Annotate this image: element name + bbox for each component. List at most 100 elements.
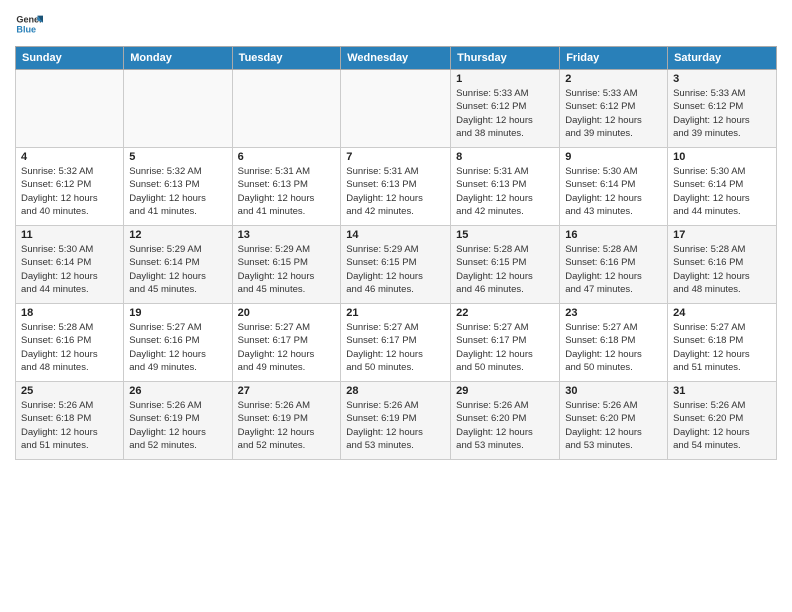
calendar-day-cell: 3Sunrise: 5:33 AM Sunset: 6:12 PM Daylig… bbox=[668, 70, 777, 148]
day-number: 4 bbox=[21, 151, 118, 163]
day-info: Sunrise: 5:28 AM Sunset: 6:16 PM Dayligh… bbox=[21, 321, 118, 374]
calendar-day-cell: 18 Sunrise: 5:28 AM Sunset: 6:16 PM Dayli… bbox=[16, 304, 124, 382]
day-info: Sunrise: 5:33 AM Sunset: 6:12 PM Dayligh… bbox=[456, 87, 554, 140]
day-info: Sunrise: 5:30 AM Sunset: 6:14 PM Dayligh… bbox=[21, 243, 118, 296]
day-info: Sunrise: 5:27 AM Sunset: 6:17 PM Dayligh… bbox=[238, 321, 336, 374]
day-info: Sunrise: 5:33 AM Sunset: 6:12 PM Dayligh… bbox=[565, 87, 662, 140]
calendar-day-cell: 12Sunrise: 5:29 AM Sunset: 6:14 PM Dayli… bbox=[124, 226, 232, 304]
day-info: Sunrise: 5:26 AM Sunset: 6:20 PM Dayligh… bbox=[565, 399, 662, 452]
calendar-day-cell: 8 Sunrise: 5:31 AM Sunset: 6:13 PM Daylig… bbox=[451, 148, 560, 226]
day-number: 15 bbox=[456, 229, 554, 241]
day-info: Sunrise: 5:27 AM Sunset: 6:18 PM Dayligh… bbox=[565, 321, 662, 374]
calendar-day-cell: 21 Sunrise: 5:27 AM Sunset: 6:17 PM Dayli… bbox=[341, 304, 451, 382]
day-number: 12 bbox=[129, 229, 226, 241]
calendar-day-cell: 14Sunrise: 5:29 AM Sunset: 6:15 PM Dayli… bbox=[341, 226, 451, 304]
calendar-day-cell: 20 Sunrise: 5:27 AM Sunset: 6:17 PM Dayli… bbox=[232, 304, 341, 382]
day-number: 8 bbox=[456, 151, 554, 163]
day-info: Sunrise: 5:31 AM Sunset: 6:13 PM Dayligh… bbox=[346, 165, 445, 218]
day-info: Sunrise: 5:29 AM Sunset: 6:15 PM Dayligh… bbox=[346, 243, 445, 296]
day-number: 31 bbox=[673, 385, 771, 397]
calendar-day-cell: 1Sunrise: 5:33 AM Sunset: 6:12 PM Daylig… bbox=[451, 70, 560, 148]
calendar-day-cell: 2 Sunrise: 5:33 AM Sunset: 6:12 PM Daylig… bbox=[560, 70, 668, 148]
empty-day-cell bbox=[124, 70, 232, 148]
calendar-day-cell: 17 Sunrise: 5:28 AM Sunset: 6:16 PM Dayli… bbox=[668, 226, 777, 304]
day-info: Sunrise: 5:33 AM Sunset: 6:12 PM Dayligh… bbox=[673, 87, 771, 140]
day-number: 11 bbox=[21, 229, 118, 241]
day-number: 24 bbox=[673, 307, 771, 319]
day-info: Sunrise: 5:27 AM Sunset: 6:16 PM Dayligh… bbox=[129, 321, 226, 374]
day-info: Sunrise: 5:26 AM Sunset: 6:19 PM Dayligh… bbox=[346, 399, 445, 452]
calendar-day-cell: 9 Sunrise: 5:30 AM Sunset: 6:14 PM Daylig… bbox=[560, 148, 668, 226]
weekday-header-monday: Monday bbox=[124, 47, 232, 70]
day-number: 9 bbox=[565, 151, 662, 163]
calendar-table: SundayMondayTuesdayWednesdayThursdayFrid… bbox=[15, 46, 777, 460]
weekday-header-friday: Friday bbox=[560, 47, 668, 70]
calendar-day-cell: 16 Sunrise: 5:28 AM Sunset: 6:16 PM Dayli… bbox=[560, 226, 668, 304]
calendar-day-cell: 29Sunrise: 5:26 AM Sunset: 6:20 PM Dayli… bbox=[451, 382, 560, 460]
calendar-day-cell: 5 Sunrise: 5:32 AM Sunset: 6:13 PM Daylig… bbox=[124, 148, 232, 226]
day-info: Sunrise: 5:30 AM Sunset: 6:14 PM Dayligh… bbox=[565, 165, 662, 218]
calendar-week-row: 11 Sunrise: 5:30 AM Sunset: 6:14 PM Dayli… bbox=[16, 226, 777, 304]
day-number: 27 bbox=[238, 385, 336, 397]
calendar-week-row: 25Sunrise: 5:26 AM Sunset: 6:18 PM Dayli… bbox=[16, 382, 777, 460]
day-info: Sunrise: 5:26 AM Sunset: 6:19 PM Dayligh… bbox=[129, 399, 226, 452]
weekday-header-tuesday: Tuesday bbox=[232, 47, 341, 70]
day-number: 2 bbox=[565, 73, 662, 85]
day-number: 25 bbox=[21, 385, 118, 397]
day-info: Sunrise: 5:28 AM Sunset: 6:15 PM Dayligh… bbox=[456, 243, 554, 296]
day-number: 10 bbox=[673, 151, 771, 163]
day-number: 23 bbox=[565, 307, 662, 319]
weekday-header-row: SundayMondayTuesdayWednesdayThursdayFrid… bbox=[16, 47, 777, 70]
day-number: 6 bbox=[238, 151, 336, 163]
day-info: Sunrise: 5:27 AM Sunset: 6:17 PM Dayligh… bbox=[456, 321, 554, 374]
day-info: Sunrise: 5:30 AM Sunset: 6:14 PM Dayligh… bbox=[673, 165, 771, 218]
day-info: Sunrise: 5:32 AM Sunset: 6:12 PM Dayligh… bbox=[21, 165, 118, 218]
day-info: Sunrise: 5:26 AM Sunset: 6:20 PM Dayligh… bbox=[673, 399, 771, 452]
day-number: 29 bbox=[456, 385, 554, 397]
day-info: Sunrise: 5:26 AM Sunset: 6:19 PM Dayligh… bbox=[238, 399, 336, 452]
calendar-day-cell: 22Sunrise: 5:27 AM Sunset: 6:17 PM Dayli… bbox=[451, 304, 560, 382]
day-number: 20 bbox=[238, 307, 336, 319]
page: General Blue SundayMondayTuesdayWednesda… bbox=[0, 0, 792, 612]
day-info: Sunrise: 5:27 AM Sunset: 6:17 PM Dayligh… bbox=[346, 321, 445, 374]
calendar-day-cell: 15 Sunrise: 5:28 AM Sunset: 6:15 PM Dayli… bbox=[451, 226, 560, 304]
weekday-header-wednesday: Wednesday bbox=[341, 47, 451, 70]
day-info: Sunrise: 5:31 AM Sunset: 6:13 PM Dayligh… bbox=[456, 165, 554, 218]
calendar-day-cell: 26 Sunrise: 5:26 AM Sunset: 6:19 PM Dayli… bbox=[124, 382, 232, 460]
day-number: 13 bbox=[238, 229, 336, 241]
day-number: 21 bbox=[346, 307, 445, 319]
day-number: 28 bbox=[346, 385, 445, 397]
empty-day-cell bbox=[16, 70, 124, 148]
day-number: 19 bbox=[129, 307, 226, 319]
header: General Blue bbox=[15, 10, 777, 38]
calendar-day-cell: 13Sunrise: 5:29 AM Sunset: 6:15 PM Dayli… bbox=[232, 226, 341, 304]
day-info: Sunrise: 5:28 AM Sunset: 6:16 PM Dayligh… bbox=[673, 243, 771, 296]
calendar-day-cell: 25Sunrise: 5:26 AM Sunset: 6:18 PM Dayli… bbox=[16, 382, 124, 460]
day-info: Sunrise: 5:32 AM Sunset: 6:13 PM Dayligh… bbox=[129, 165, 226, 218]
generalblue-logo-icon: General Blue bbox=[15, 10, 43, 38]
day-number: 17 bbox=[673, 229, 771, 241]
day-number: 18 bbox=[21, 307, 118, 319]
logo: General Blue bbox=[15, 10, 19, 38]
calendar-day-cell: 27 Sunrise: 5:26 AM Sunset: 6:19 PM Dayli… bbox=[232, 382, 341, 460]
calendar-day-cell: 24 Sunrise: 5:27 AM Sunset: 6:18 PM Dayli… bbox=[668, 304, 777, 382]
calendar-day-cell: 10 Sunrise: 5:30 AM Sunset: 6:14 PM Dayli… bbox=[668, 148, 777, 226]
day-info: Sunrise: 5:28 AM Sunset: 6:16 PM Dayligh… bbox=[565, 243, 662, 296]
calendar-week-row: 1Sunrise: 5:33 AM Sunset: 6:12 PM Daylig… bbox=[16, 70, 777, 148]
weekday-header-thursday: Thursday bbox=[451, 47, 560, 70]
day-number: 26 bbox=[129, 385, 226, 397]
calendar-week-row: 4 Sunrise: 5:32 AM Sunset: 6:12 PM Daylig… bbox=[16, 148, 777, 226]
calendar-week-row: 18 Sunrise: 5:28 AM Sunset: 6:16 PM Dayli… bbox=[16, 304, 777, 382]
weekday-header-saturday: Saturday bbox=[668, 47, 777, 70]
calendar-day-cell: 23 Sunrise: 5:27 AM Sunset: 6:18 PM Dayli… bbox=[560, 304, 668, 382]
calendar-day-cell: 19 Sunrise: 5:27 AM Sunset: 6:16 PM Dayli… bbox=[124, 304, 232, 382]
day-info: Sunrise: 5:27 AM Sunset: 6:18 PM Dayligh… bbox=[673, 321, 771, 374]
day-info: Sunrise: 5:31 AM Sunset: 6:13 PM Dayligh… bbox=[238, 165, 336, 218]
empty-day-cell bbox=[341, 70, 451, 148]
day-number: 16 bbox=[565, 229, 662, 241]
calendar-day-cell: 7Sunrise: 5:31 AM Sunset: 6:13 PM Daylig… bbox=[341, 148, 451, 226]
weekday-header-sunday: Sunday bbox=[16, 47, 124, 70]
day-number: 5 bbox=[129, 151, 226, 163]
empty-day-cell bbox=[232, 70, 341, 148]
svg-text:Blue: Blue bbox=[16, 24, 36, 34]
